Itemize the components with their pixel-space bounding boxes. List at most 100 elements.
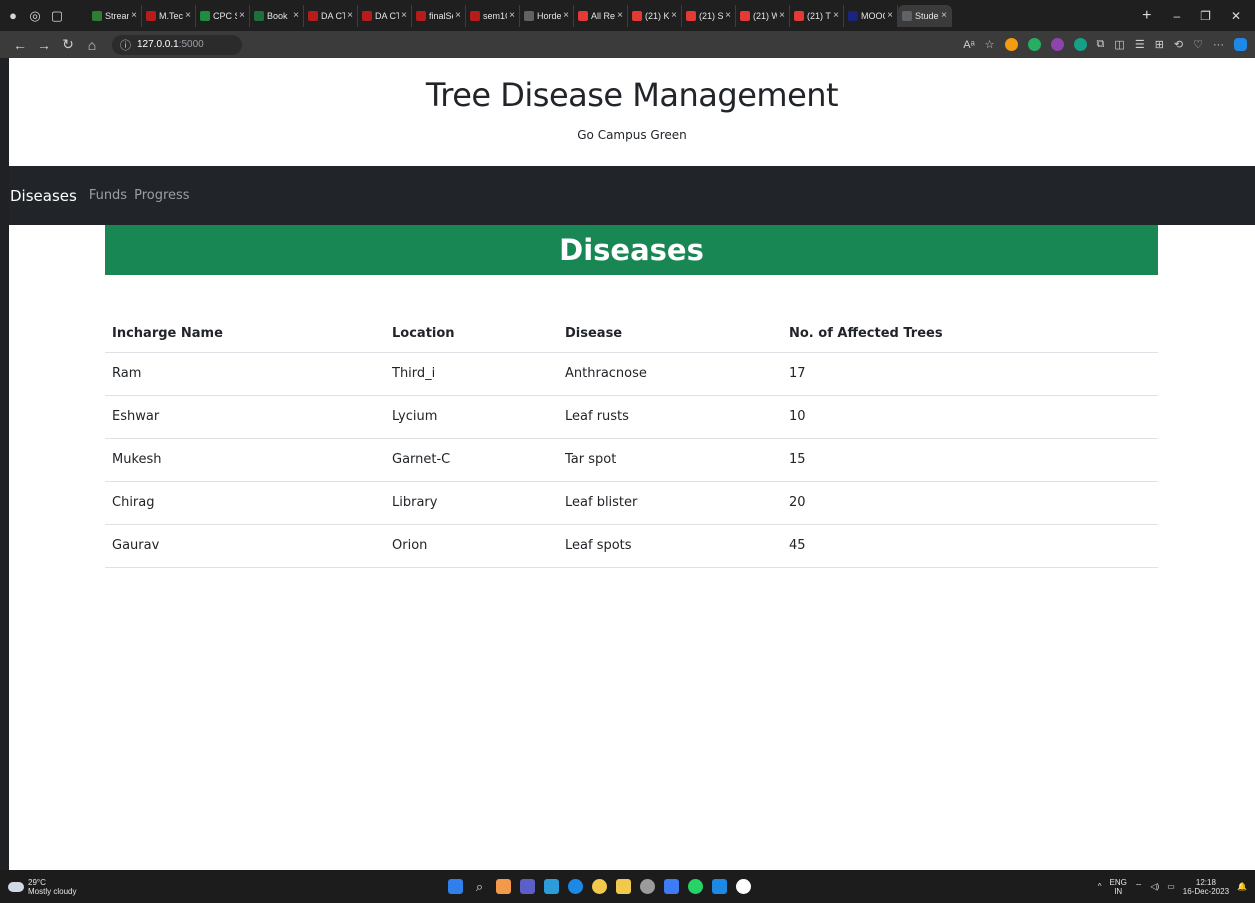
url-field[interactable]: ⓘ 127.0.0.1:5000 xyxy=(112,34,242,55)
start-icon[interactable] xyxy=(448,879,463,894)
tab-actions-icon[interactable]: ▢ xyxy=(48,7,66,25)
browser-tab[interactable]: DA CT × xyxy=(358,4,412,27)
tab-close-icon[interactable]: × xyxy=(455,10,461,21)
performance-icon[interactable]: ♡ xyxy=(1193,38,1203,51)
browser-tabs: Stream×M.Tech×CPC St×Book×DA CT×DA CT×fi… xyxy=(88,0,1134,31)
notification-icon[interactable]: 🔔 xyxy=(1237,882,1247,891)
browser-tab[interactable]: MOOC× xyxy=(844,4,898,27)
forward-icon[interactable]: → xyxy=(32,37,56,53)
table-row: Chirag Library Leaf blister 20 xyxy=(105,481,1158,525)
tab-close-icon[interactable]: × xyxy=(887,10,893,21)
favorites-icon[interactable]: ☰ xyxy=(1135,38,1145,51)
tab-close-icon[interactable]: × xyxy=(563,10,569,21)
browser-tab[interactable]: (21) W× xyxy=(736,4,790,27)
restore-icon[interactable]: ❐ xyxy=(1200,9,1211,23)
collections-icon[interactable]: ⊞ xyxy=(1155,38,1164,51)
browser-tab[interactable]: (21) T × xyxy=(790,4,844,27)
browser-tab[interactable]: (21) Sc× xyxy=(682,4,736,27)
tab-close-icon[interactable]: × xyxy=(401,10,407,21)
history-icon[interactable]: ⟲ xyxy=(1174,38,1183,51)
file-app-icon[interactable] xyxy=(544,879,559,894)
tab-close-icon[interactable]: × xyxy=(671,10,677,21)
tab-close-icon[interactable]: × xyxy=(347,10,353,21)
favorite-star-icon[interactable]: ☆ xyxy=(985,38,995,51)
tab-close-icon[interactable]: × xyxy=(941,10,947,21)
vscode-icon[interactable] xyxy=(712,879,727,894)
tab-close-icon[interactable]: × xyxy=(617,10,623,21)
weather-widget[interactable]: 29°C Mostly cloudy xyxy=(0,878,300,896)
cell-incharge-name: Gaurav xyxy=(105,524,385,568)
whatsapp-icon[interactable] xyxy=(688,879,703,894)
chevron-up-icon[interactable]: ^ xyxy=(1098,882,1102,891)
extensions-icon[interactable]: ⧉ xyxy=(1097,38,1105,51)
browser-tab[interactable]: Book × xyxy=(250,4,304,27)
wifi-icon[interactable]: ⌔ xyxy=(1135,882,1143,892)
tab-close-icon[interactable]: × xyxy=(509,10,515,21)
tab-title: All Re xyxy=(591,10,616,21)
browser-tab[interactable]: Stream× xyxy=(88,4,142,27)
url-port: :5000 xyxy=(178,39,204,50)
profile-icon[interactable]: ● xyxy=(4,7,22,25)
tab-close-icon[interactable]: × xyxy=(131,10,137,21)
read-aloud-icon[interactable]: Aᵃ xyxy=(963,39,974,51)
new-tab-button[interactable]: + xyxy=(1134,7,1159,25)
battery-icon[interactable]: ▭ xyxy=(1167,882,1175,891)
telegram-icon[interactable] xyxy=(664,879,679,894)
cell-affected-trees: 10 xyxy=(782,395,1158,439)
browser-tab[interactable]: sem1C× xyxy=(466,4,520,27)
tab-close-icon[interactable]: × xyxy=(833,10,839,21)
tab-title: Stude xyxy=(915,10,939,21)
copilot-icon[interactable] xyxy=(1234,38,1247,51)
content-container: Diseases Incharge Name Location Disease … xyxy=(105,225,1158,568)
volume-icon[interactable]: ◁) xyxy=(1150,882,1159,891)
chrome-icon[interactable] xyxy=(592,879,607,894)
tab-title: DA CT xyxy=(321,10,346,21)
table-header-row: Incharge Name Location Disease No. of Af… xyxy=(105,315,1158,353)
search-icon[interactable]: ⌕ xyxy=(472,879,487,894)
browser-tab[interactable]: M.Tech× xyxy=(142,4,196,27)
browser-tab[interactable]: Horde × xyxy=(520,4,574,27)
workspaces-icon[interactable]: ◎ xyxy=(26,7,44,25)
tab-favicon-icon xyxy=(794,10,804,21)
browser-tab[interactable]: (21) K × xyxy=(628,4,682,27)
browser-tab[interactable]: DA CT × xyxy=(304,4,358,27)
nav-link-progress[interactable]: Progress xyxy=(134,188,189,203)
widgets-icon[interactable] xyxy=(496,879,511,894)
extension-icon[interactable] xyxy=(1073,38,1087,51)
language-indicator[interactable]: ENG IN xyxy=(1110,878,1127,896)
page-header: Tree Disease Management Go Campus Green xyxy=(9,58,1255,166)
browser-tab[interactable]: CPC St× xyxy=(196,4,250,27)
cell-location: Third_i xyxy=(385,352,558,396)
grammarly-icon[interactable] xyxy=(1027,38,1041,51)
file-explorer-icon[interactable] xyxy=(616,879,631,894)
tab-close-icon[interactable]: × xyxy=(185,10,191,21)
home-icon[interactable]: ⌂ xyxy=(80,37,104,53)
tab-close-icon[interactable]: × xyxy=(725,10,731,21)
settings-icon[interactable] xyxy=(640,879,655,894)
more-menu-icon[interactable]: ··· xyxy=(1213,39,1224,51)
nav-link-funds[interactable]: Funds xyxy=(89,188,127,203)
nav-brand-diseases[interactable]: Diseases xyxy=(10,187,77,205)
col-header-location: Location xyxy=(385,315,558,353)
browser-tab[interactable]: finalSe× xyxy=(412,4,466,27)
edge-icon[interactable] xyxy=(568,879,583,894)
site-info-icon[interactable]: ⓘ xyxy=(120,37,131,53)
region-label: IN xyxy=(1114,886,1123,896)
tab-close-icon[interactable]: × xyxy=(239,10,245,21)
back-icon[interactable]: ← xyxy=(8,37,32,53)
clock[interactable]: 12:18 16-Dec-2023 xyxy=(1183,878,1229,896)
split-screen-icon[interactable]: ◫ xyxy=(1114,38,1124,51)
tab-close-icon[interactable]: × xyxy=(293,10,299,21)
refresh-icon[interactable]: ↻ xyxy=(56,36,80,53)
close-icon[interactable]: ✕ xyxy=(1231,9,1241,23)
table-row: Gaurav Orion Leaf spots 45 xyxy=(105,524,1158,568)
teams-icon[interactable] xyxy=(520,879,535,894)
minimize-icon[interactable]: – xyxy=(1173,9,1180,23)
tab-close-icon[interactable]: × xyxy=(779,10,785,21)
browser-tab[interactable]: Stude × xyxy=(898,4,952,27)
browser-tab[interactable]: All Re × xyxy=(574,4,628,27)
extension-icon[interactable] xyxy=(1004,38,1018,51)
extension-icon[interactable] xyxy=(1050,38,1064,51)
app-icon[interactable] xyxy=(736,879,751,894)
page-viewport: Tree Disease Management Go Campus Green … xyxy=(9,58,1255,870)
